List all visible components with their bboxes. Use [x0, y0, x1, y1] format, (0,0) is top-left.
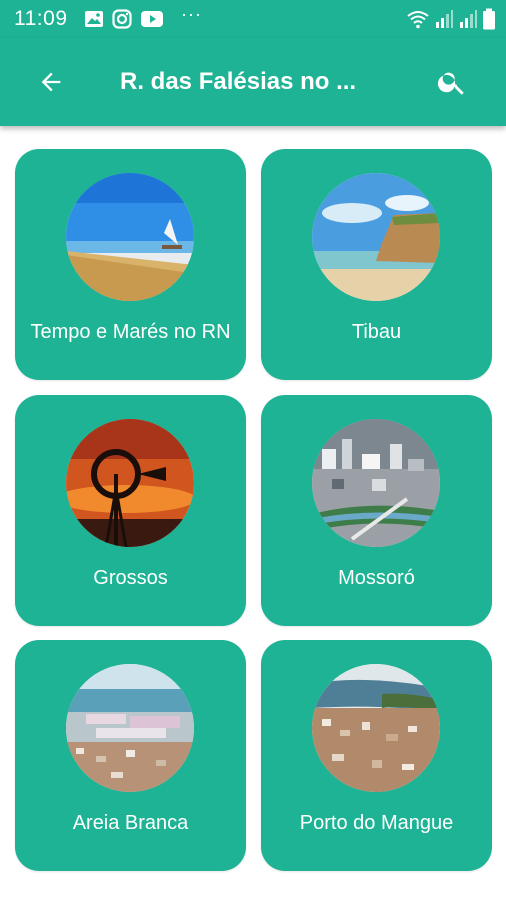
- card-porto-do-mangue[interactable]: Porto do Mangue: [261, 640, 492, 871]
- card-label: Grossos: [93, 567, 168, 589]
- cliff-coast-image: [312, 173, 440, 301]
- salt-pans-aerial-image: [66, 664, 194, 792]
- page-title: R. das Falésias no ...: [120, 68, 357, 95]
- app-bar: R. das Falésias no ...: [0, 38, 506, 126]
- status-bar: 11:09 ···: [0, 0, 506, 38]
- card-label: Tibau: [351, 321, 402, 343]
- card-label: Areia Branca: [72, 812, 189, 834]
- image-icon: [85, 11, 103, 27]
- card-grossos[interactable]: Grossos: [15, 395, 246, 626]
- search-button[interactable]: [434, 64, 470, 100]
- search-icon: [437, 72, 464, 95]
- card-label: Porto do Mangue: [299, 812, 454, 834]
- battery-icon: [483, 8, 495, 30]
- back-button[interactable]: [33, 64, 69, 100]
- city-aerial-image: [312, 419, 440, 547]
- card-label: Mossoró: [338, 567, 415, 589]
- card-label: Tempo e Marés no RN: [30, 321, 231, 343]
- town-lagoon-aerial-image: [312, 664, 440, 792]
- status-system-icons: [406, 8, 496, 30]
- signal-icon: [460, 10, 477, 28]
- card-tibau[interactable]: Tibau: [261, 149, 492, 380]
- location-grid: Tempo e Marés no RN Tibau Grossos Mossor…: [0, 126, 506, 900]
- wifi-icon: [407, 11, 429, 29]
- status-more-dots: ···: [181, 4, 202, 24]
- beach-sailboat-image: [66, 173, 194, 301]
- instagram-icon: [112, 9, 132, 29]
- windmill-sunset-image: [66, 419, 194, 547]
- status-time: 11:09: [14, 7, 68, 30]
- arrow-back-icon: [41, 72, 61, 92]
- signal-icon: [436, 10, 453, 28]
- card-mossoro[interactable]: Mossoró: [261, 395, 492, 626]
- youtube-icon: [141, 11, 163, 27]
- status-notification-icons: [84, 9, 164, 29]
- card-tempo-e-mares[interactable]: Tempo e Marés no RN: [15, 149, 246, 380]
- card-areia-branca[interactable]: Areia Branca: [15, 640, 246, 871]
